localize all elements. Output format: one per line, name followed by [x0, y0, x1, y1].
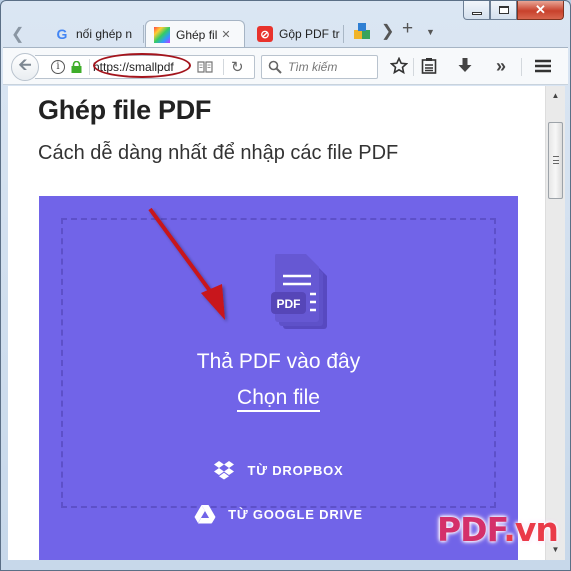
scroll-up-arrow-icon[interactable]: ▲: [546, 88, 565, 104]
vertical-scrollbar[interactable]: ▲ ▼: [545, 86, 565, 560]
dropbox-icon: [214, 461, 235, 480]
tab-google-search[interactable]: G nối ghép n: [46, 21, 142, 47]
file-dropzone[interactable]: PDF Thả PDF vào đây Chọn file TỪ DROPBOX: [39, 196, 518, 560]
minimize-icon: [471, 11, 482, 15]
url-separator: [223, 59, 224, 75]
search-placeholder: Tìm kiếm: [288, 60, 338, 74]
url-separator: [89, 59, 90, 75]
from-google-drive-button[interactable]: TỪ GOOGLE DRIVE: [63, 504, 494, 524]
search-icon: [268, 60, 282, 74]
toolbar-separator: [521, 58, 522, 76]
choose-file-container: Chọn file: [63, 386, 494, 412]
choose-file-link[interactable]: Chọn file: [237, 386, 320, 412]
tab-close-icon[interactable]: ✕: [221, 28, 230, 41]
new-tab-button[interactable]: +: [402, 18, 413, 40]
dropzone-dashed-border: PDF Thả PDF vào đây Chọn file TỪ DROPBOX: [61, 218, 496, 524]
from-dropbox-button[interactable]: TỪ DROPBOX: [63, 460, 494, 480]
reading-list-icon[interactable]: [419, 56, 439, 76]
tab-label: nối ghép n: [76, 27, 133, 41]
google-drive-icon: [194, 505, 216, 524]
overflow-chevron-icon[interactable]: »: [491, 56, 511, 76]
page-content: Ghép file PDF Cách dễ dàng nhất để nhập …: [8, 86, 545, 560]
lock-icon[interactable]: [71, 61, 82, 73]
window-close-button[interactable]: ✕: [517, 1, 564, 20]
file-icon-label: PDF: [277, 297, 301, 311]
info-icon[interactable]: i: [51, 60, 65, 74]
page-subtitle: Cách dễ dàng nhất để nhập các file PDF: [38, 142, 399, 164]
puzzle-extension-icon[interactable]: [353, 22, 371, 40]
pdf-red-icon: ⊘: [257, 26, 273, 42]
maximize-icon: [498, 6, 509, 14]
search-bar[interactable]: Tìm kiếm: [261, 55, 378, 79]
smallpdf-icon: [154, 26, 170, 43]
watermark-vn: .vn: [503, 510, 559, 549]
tab-label: Ghép fil: [176, 27, 218, 42]
back-button[interactable]: 🡨: [11, 53, 39, 81]
back-arrow-icon: 🡨: [18, 56, 32, 74]
browser-window: ✕ ❮ G nối ghép n Ghép fil ✕ ⊘ Gộp PDF tr…: [0, 0, 571, 571]
tab-separator: [343, 25, 344, 43]
google-icon: G: [56, 26, 68, 42]
url-highlight-annotation: [93, 53, 191, 78]
tab-strip: ❮ G nối ghép n Ghép fil ✕ ⊘ Gộp PDF tr: [1, 19, 570, 48]
tab-label: Gộp PDF tr: [279, 27, 340, 41]
hamburger-menu-icon[interactable]: [533, 56, 553, 76]
tab-scroll-left-icon[interactable]: ❮: [11, 24, 24, 44]
tab-scroll-right-icon[interactable]: ❯: [381, 21, 394, 41]
pdfvn-watermark: PDF.vn: [437, 510, 559, 549]
tab-list-dropdown-icon[interactable]: ▼: [426, 27, 435, 37]
minimize-button[interactable]: [463, 1, 490, 20]
page-title: Ghép file PDF: [38, 95, 212, 125]
download-icon[interactable]: [455, 56, 475, 76]
dropbox-label: TỪ DROPBOX: [247, 462, 344, 478]
tab-gop-pdf[interactable]: ⊘ Gộp PDF tr: [249, 21, 341, 47]
reader-view-icon[interactable]: [197, 60, 213, 74]
pdf-file-stack-icon: PDF: [271, 254, 327, 329]
google-drive-label: TỪ GOOGLE DRIVE: [228, 506, 363, 522]
navigation-bar: i https://smallpdf ↻ 🡨 Tìm kiếm »: [3, 47, 568, 85]
toolbar-separator: [413, 58, 414, 76]
window-caption-buttons: ✕: [463, 1, 564, 21]
reload-icon[interactable]: ↻: [231, 58, 244, 76]
tab-smallpdf-active[interactable]: Ghép fil ✕: [145, 20, 245, 48]
maximize-button[interactable]: [490, 1, 517, 20]
bookmark-star-icon[interactable]: [389, 56, 409, 76]
scroll-grip-icon: [553, 156, 559, 164]
drop-instruction: Thả PDF vào đây: [196, 350, 361, 373]
tab-separator: [143, 25, 144, 43]
watermark-pdf: PDF: [437, 510, 504, 549]
scroll-thumb[interactable]: [548, 122, 563, 199]
